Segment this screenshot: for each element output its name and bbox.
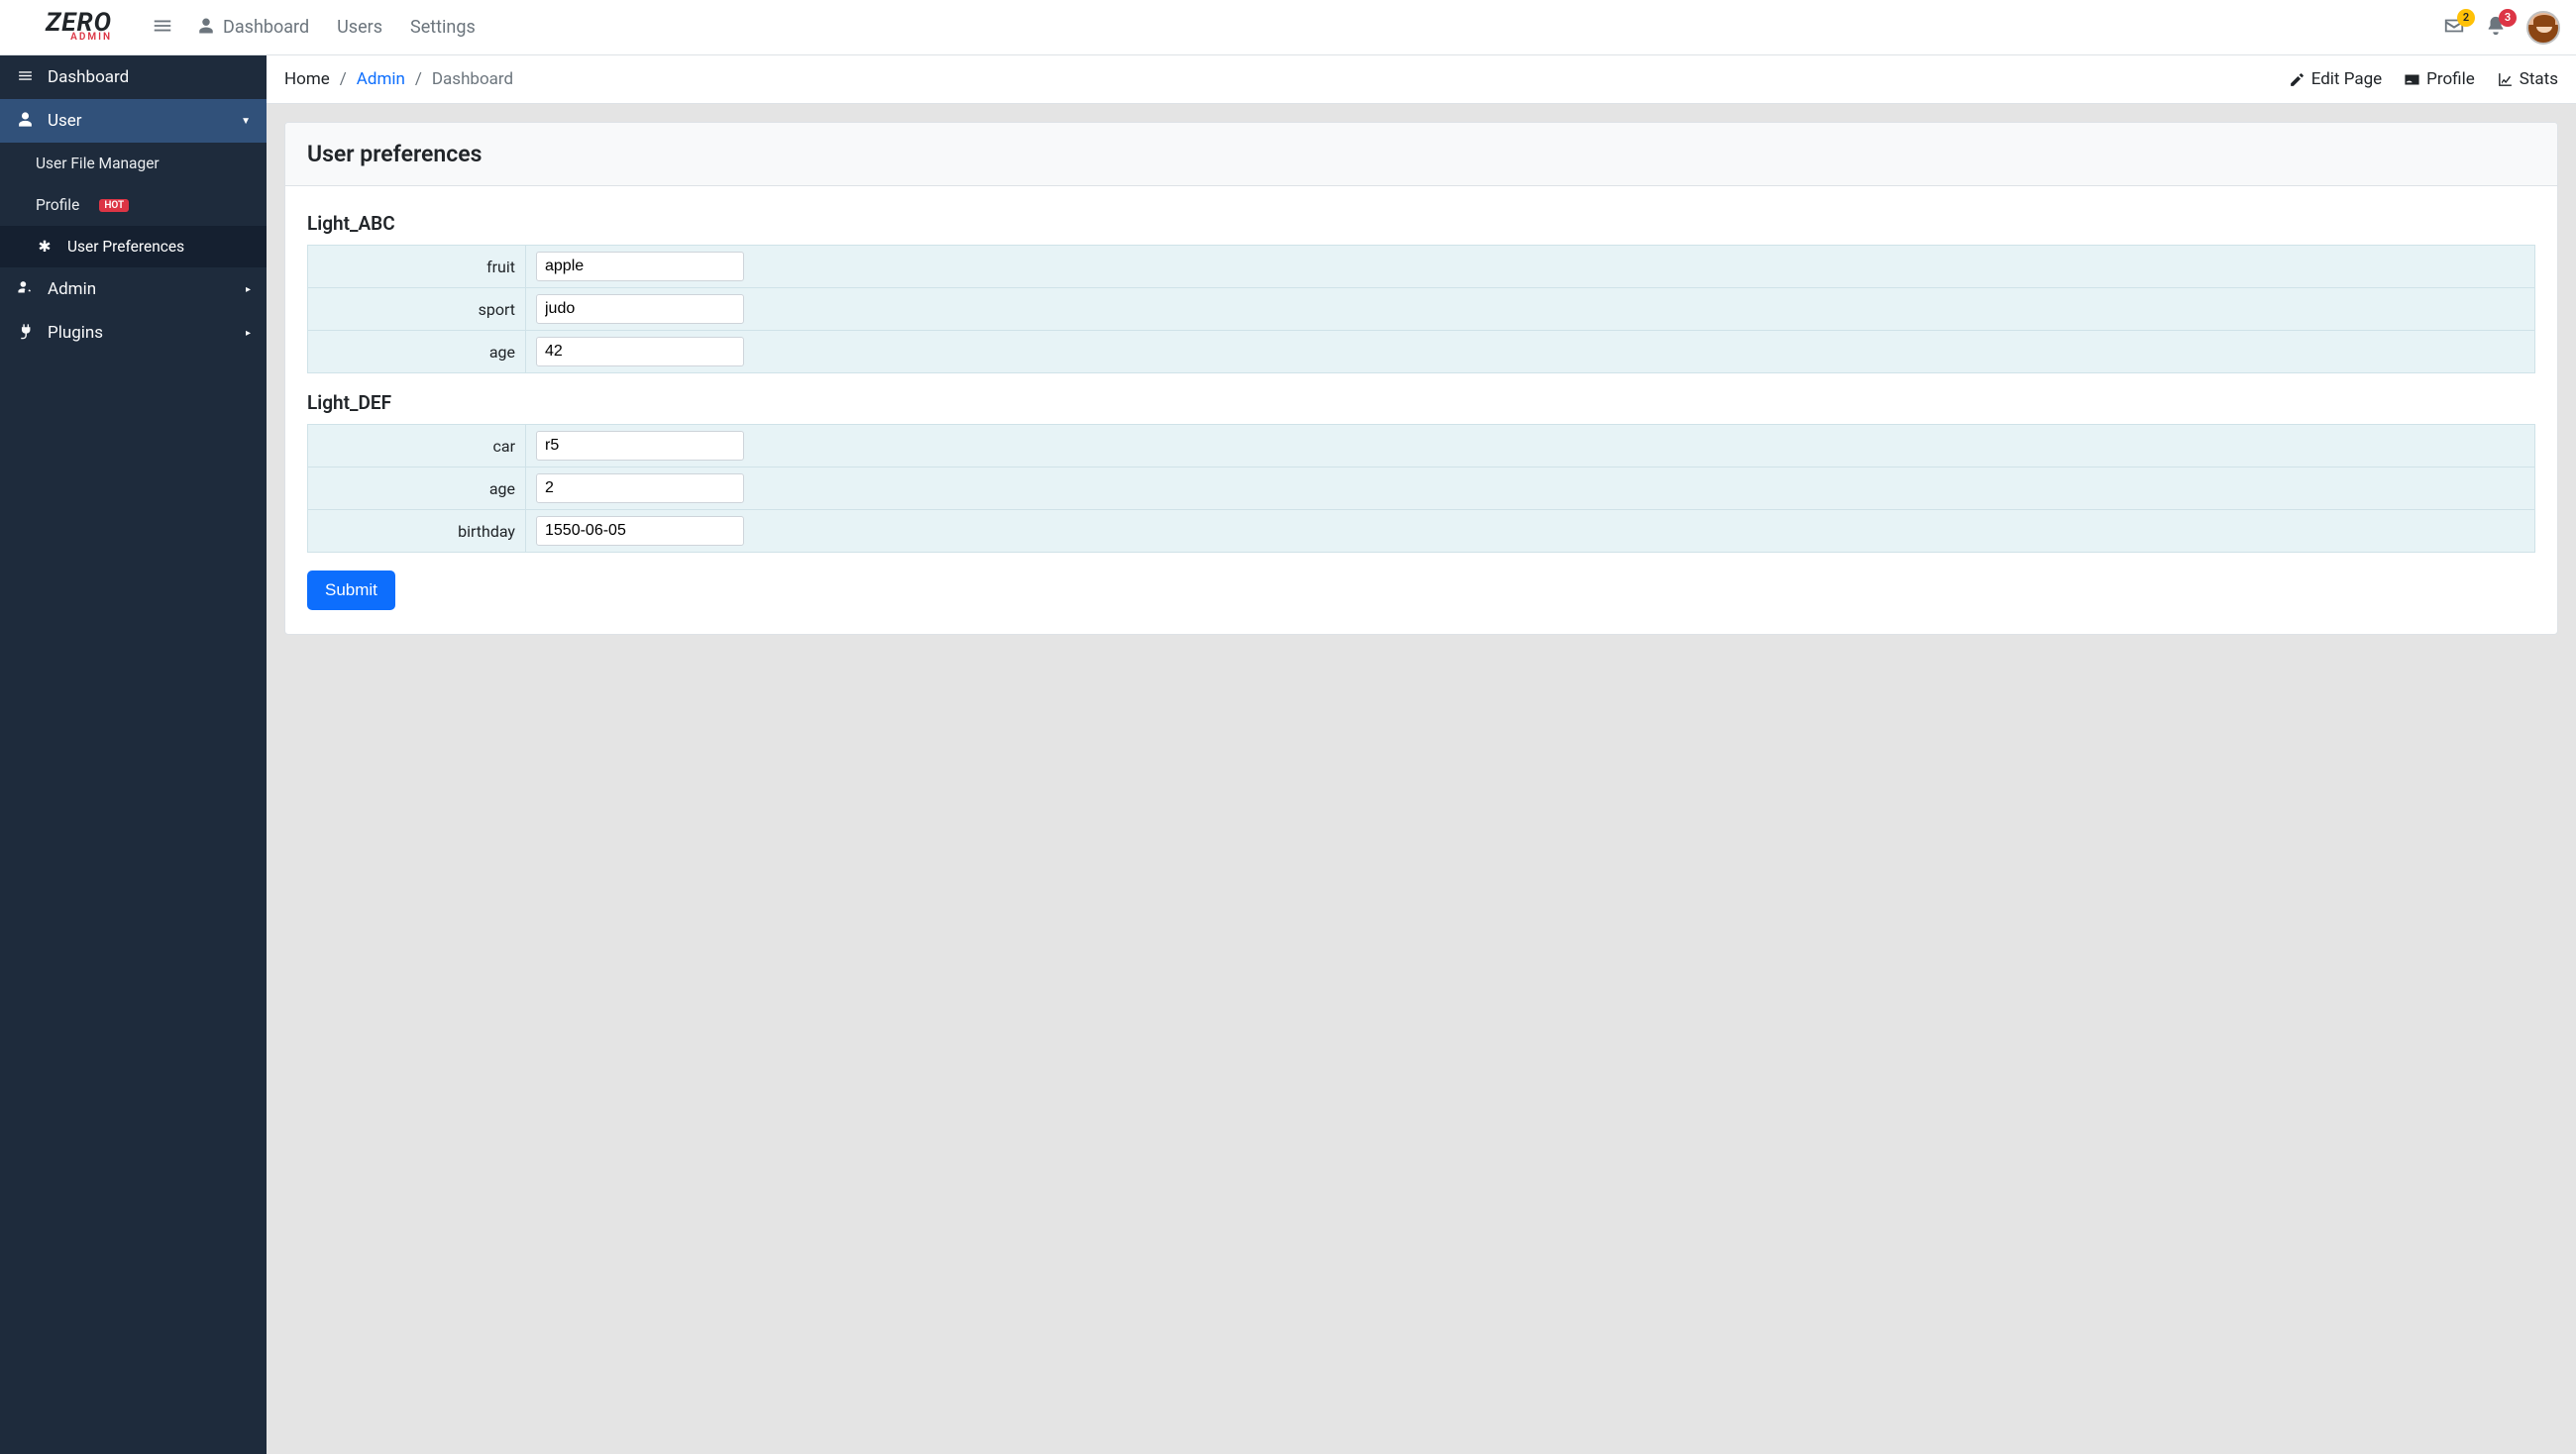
table-row: sport — [308, 288, 2535, 331]
field-label: sport — [308, 288, 526, 331]
field-label: birthday — [308, 510, 526, 553]
breadcrumb-home[interactable]: Home — [284, 69, 330, 89]
sidebar-item-user[interactable]: User ▼ — [0, 99, 267, 143]
birthday-input[interactable] — [536, 516, 744, 546]
breadcrumb-admin[interactable]: Admin — [357, 69, 405, 89]
age-input-2[interactable] — [536, 473, 744, 503]
user-icon — [197, 17, 215, 38]
topnav-settings[interactable]: Settings — [410, 17, 476, 38]
content: User preferences Light_ABC fruit sport — [267, 104, 2576, 653]
sidebar-item-label: Admin — [48, 279, 96, 299]
topnav-dashboard[interactable]: Dashboard — [197, 17, 309, 38]
mail-badge: 2 — [2457, 9, 2475, 27]
edit-icon — [2289, 71, 2306, 88]
sidebar-item-label: Dashboard — [48, 67, 129, 87]
prefs-table: car age birthday — [307, 424, 2535, 553]
chart-icon — [2497, 71, 2514, 88]
prefs-table: fruit sport age — [307, 245, 2535, 373]
id-card-icon — [2404, 71, 2420, 88]
sidebar-user-submenu: User File Manager Profile HOT ✱ User Pre… — [0, 143, 267, 267]
notifications-button[interactable]: 3 — [2485, 15, 2507, 40]
sidebar-sub-profile[interactable]: Profile HOT — [0, 184, 267, 226]
table-row: fruit — [308, 246, 2535, 288]
sport-input[interactable] — [536, 294, 744, 324]
chevron-down-icon: ▼ — [241, 116, 251, 127]
plug-icon — [16, 323, 34, 343]
brand-logo[interactable]: ZERO ADMIN — [46, 12, 112, 43]
submit-button[interactable]: Submit — [307, 571, 395, 610]
sidebar-item-dashboard[interactable]: Dashboard — [0, 55, 267, 99]
action-label: Profile — [2426, 69, 2475, 89]
edit-page-link[interactable]: Edit Page — [2289, 69, 2382, 89]
table-row: age — [308, 331, 2535, 373]
sidebar-sub-preferences[interactable]: ✱ User Preferences — [0, 226, 267, 267]
sidebar-item-label: Profile — [36, 196, 79, 214]
sidebar-item-label: User File Manager — [36, 155, 160, 172]
topnav-users[interactable]: Users — [337, 17, 382, 38]
section-light-abc: Light_ABC fruit sport age — [307, 212, 2535, 373]
breadcrumb-sep: / — [340, 69, 347, 89]
user-gear-icon — [16, 279, 34, 299]
hot-badge: HOT — [99, 199, 129, 212]
field-label: age — [308, 467, 526, 510]
action-label: Edit Page — [2311, 69, 2382, 89]
menu-toggle-icon[interactable] — [152, 15, 173, 40]
sidebar-item-admin[interactable]: Admin ▸ — [0, 267, 267, 311]
sidebar-item-label: Plugins — [48, 323, 103, 343]
breadcrumb-current: Dashboard — [432, 69, 513, 89]
table-row: age — [308, 467, 2535, 510]
age-input[interactable] — [536, 337, 744, 366]
header-actions: Edit Page Profile Stats — [2289, 69, 2558, 89]
fruit-input[interactable] — [536, 252, 744, 281]
user-icon — [16, 111, 34, 131]
sidebar-item-label: User Preferences — [67, 238, 184, 256]
mail-button[interactable]: 2 — [2443, 15, 2465, 40]
topbar: ZERO ADMIN Dashboard Users Settings 2 3 — [0, 0, 2576, 55]
sidebar-sub-file-manager[interactable]: User File Manager — [0, 143, 267, 184]
chevron-right-icon: ▸ — [246, 328, 251, 339]
table-row: birthday — [308, 510, 2535, 553]
profile-link[interactable]: Profile — [2404, 69, 2475, 89]
alert-badge: 3 — [2499, 9, 2517, 27]
topnav-item-label: Settings — [410, 17, 476, 38]
brand-main: ZERO — [46, 12, 112, 34]
avatar[interactable] — [2526, 11, 2560, 45]
section-title: Light_ABC — [307, 212, 2535, 235]
sidebar-item-label: User — [48, 111, 82, 131]
sidebar: Dashboard User ▼ User File Manager Profi… — [0, 55, 267, 1454]
topnav-item-label: Dashboard — [223, 17, 309, 38]
section-light-def: Light_DEF car age birthday — [307, 391, 2535, 553]
sidebar-item-plugins[interactable]: Plugins ▸ — [0, 311, 267, 355]
section-title: Light_DEF — [307, 391, 2535, 414]
field-label: fruit — [308, 246, 526, 288]
car-input[interactable] — [536, 431, 744, 461]
card-body: Light_ABC fruit sport age — [285, 186, 2557, 634]
top-nav: Dashboard Users Settings — [197, 17, 476, 38]
table-row: car — [308, 425, 2535, 467]
card-title: User preferences — [307, 141, 2535, 167]
brand-sub: ADMIN — [70, 32, 112, 43]
chevron-right-icon: ▸ — [246, 284, 251, 295]
user-preferences-card: User preferences Light_ABC fruit sport — [284, 122, 2558, 635]
breadcrumb: Home / Admin / Dashboard Edit Page Profi… — [267, 55, 2576, 104]
topbar-right: 2 3 — [2443, 11, 2560, 45]
main: Home / Admin / Dashboard Edit Page Profi… — [267, 55, 2576, 1454]
stats-link[interactable]: Stats — [2497, 69, 2558, 89]
field-label: age — [308, 331, 526, 373]
field-label: car — [308, 425, 526, 467]
breadcrumb-sep: / — [415, 69, 422, 89]
topnav-item-label: Users — [337, 17, 382, 38]
asterisk-icon: ✱ — [36, 238, 54, 256]
action-label: Stats — [2520, 69, 2558, 89]
card-header: User preferences — [285, 123, 2557, 186]
bars-icon — [16, 67, 34, 87]
